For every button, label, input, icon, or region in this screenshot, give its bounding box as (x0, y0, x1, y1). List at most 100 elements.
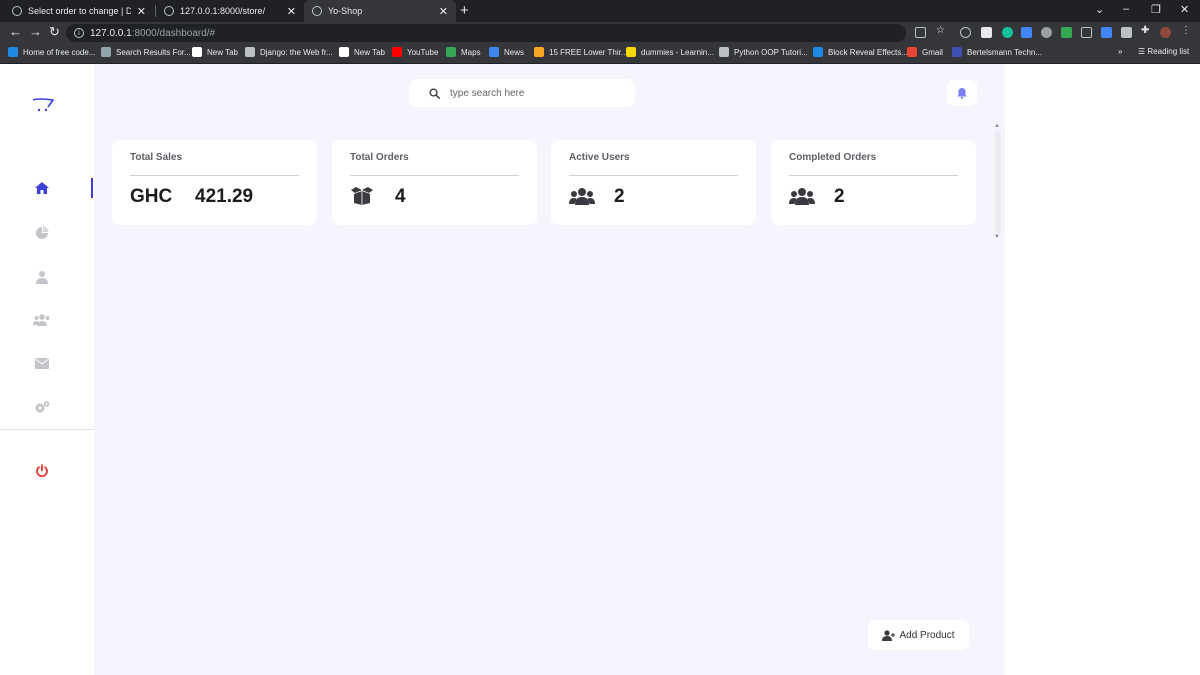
card-value: 4 (395, 186, 406, 207)
reading-list-label: Reading list (1147, 47, 1190, 56)
bookmark-label: Maps (461, 47, 481, 57)
close-window-button[interactable]: ✕ (1180, 3, 1189, 16)
minimize-button[interactable]: – (1123, 3, 1129, 15)
search-box[interactable] (409, 79, 635, 107)
bookmark-label: Bertelsmann Techn... (967, 47, 1043, 57)
close-tab-icon[interactable]: ✕ (439, 5, 448, 18)
scroll-up-arrow-icon[interactable]: ▲ (994, 123, 1000, 129)
close-tab-icon[interactable]: ✕ (287, 5, 296, 18)
bookmark-item[interactable]: Maps (446, 47, 481, 57)
stat-card-completed-orders: Completed Orders 2 (771, 140, 976, 225)
sidebar-item-home[interactable] (32, 178, 52, 198)
sidebar-item-analytics[interactable] (32, 223, 52, 243)
bookmark-item[interactable]: Gmail (907, 47, 943, 57)
bell-icon (957, 88, 967, 99)
scrollbar-track[interactable] (995, 131, 1001, 234)
star-bookmark-icon[interactable]: ☆ (936, 25, 947, 36)
bookmark-favicon (8, 47, 18, 57)
bookmark-label: YouTube (407, 47, 439, 57)
notification-button[interactable] (947, 80, 977, 106)
translate-icon[interactable] (1021, 27, 1032, 38)
extension-icon[interactable] (981, 27, 992, 38)
puzzle-icon[interactable]: ✚ (1141, 25, 1152, 36)
kebab-menu-icon[interactable]: ⋮ (1181, 25, 1192, 36)
dashboard-main: Total Sales GHC 421.29 Total Orders 4 Ac… (94, 64, 1005, 675)
app-root: Total Sales GHC 421.29 Total Orders 4 Ac… (0, 64, 1200, 675)
back-arrow-icon[interactable]: ← (9, 24, 22, 39)
browser-tab-yoshop[interactable]: Yo-Shop ✕ (304, 0, 456, 22)
bookmark-item[interactable]: New Tab (192, 47, 238, 57)
bookmark-item[interactable]: Block Reveal Effects... (813, 47, 908, 57)
user-plus-icon (882, 629, 896, 641)
globe-icon (12, 6, 22, 16)
add-product-button[interactable]: Add Product (868, 620, 969, 650)
browser-tab-store[interactable]: 127.0.0.1:8000/store/ ✕ (156, 0, 304, 22)
extension-icon[interactable] (1101, 27, 1112, 38)
sidebar-item-messages[interactable] (32, 353, 52, 373)
bookmark-favicon (813, 47, 823, 57)
browser-tab-django-admin[interactable]: Select order to change | Django site adm… (4, 0, 154, 22)
bookmark-favicon (952, 47, 962, 57)
bookmark-label: dummies - Learnin... (641, 47, 714, 57)
right-blank-area (1005, 64, 1200, 675)
cards-scrollbar[interactable]: ▲ ▼ (993, 123, 1003, 242)
home-icon (35, 182, 49, 194)
card-divider (569, 175, 738, 176)
avatar[interactable] (1160, 27, 1171, 38)
pocket-icon[interactable] (960, 27, 971, 38)
restore-button[interactable]: ❐ (1151, 3, 1161, 16)
bookmark-item[interactable]: Python OOP Tutori... (719, 47, 808, 57)
bookmark-item[interactable]: News (489, 47, 524, 57)
search-input[interactable] (450, 87, 620, 99)
card-title: Completed Orders (789, 152, 877, 163)
close-tab-icon[interactable]: ✕ (137, 5, 146, 18)
reload-icon[interactable]: ↻ (49, 24, 60, 40)
extension-icon[interactable] (1041, 27, 1052, 38)
share-icon[interactable] (915, 27, 926, 38)
shield-icon[interactable] (1061, 27, 1072, 38)
bookmark-item[interactable]: Search Results For... (101, 47, 191, 57)
grammarly-icon[interactable] (1002, 27, 1013, 38)
diamond-icon[interactable] (1121, 27, 1132, 38)
bookmark-favicon (489, 47, 499, 57)
bookmark-favicon (101, 47, 111, 57)
card-title: Total Orders (350, 152, 409, 163)
search-icon (429, 87, 440, 99)
sidebar-divider (0, 429, 94, 430)
browser-toolbar: ← → ↻ i 127.0.0.1:8000/dashboard/# (0, 22, 1200, 44)
new-tab-button[interactable]: + (460, 2, 469, 19)
bookmark-item[interactable]: dummies - Learnin... (626, 47, 714, 57)
camera-icon[interactable] (1081, 27, 1092, 38)
sidebar (0, 64, 94, 675)
bookmark-label: Block Reveal Effects... (828, 47, 908, 57)
bookmark-favicon (245, 47, 255, 57)
tab-search-chevron-icon[interactable]: ⌄ (1095, 3, 1104, 16)
bookmark-item[interactable]: New Tab (339, 47, 385, 57)
bookmark-item[interactable]: Bertelsmann Techn... (952, 47, 1042, 57)
bookmark-item[interactable]: 15 FREE Lower Thir... (534, 47, 628, 57)
url-path: :8000/dashboard/# (131, 27, 216, 39)
reading-list-button[interactable]: ☰ Reading list (1138, 47, 1189, 56)
bookmark-favicon (907, 47, 917, 57)
sidebar-item-profile[interactable] (32, 267, 52, 287)
shop-logo-cart-icon[interactable] (32, 97, 55, 118)
currency-label: GHC (130, 186, 173, 207)
bookmark-item[interactable]: YouTube (392, 47, 438, 57)
sidebar-item-logout[interactable] (32, 461, 52, 481)
sidebar-item-settings[interactable] (32, 397, 52, 417)
scroll-down-arrow-icon[interactable]: ▼ (994, 234, 1000, 240)
tab-title: 127.0.0.1:8000/store/ (180, 6, 266, 16)
bookmark-item[interactable]: Home of free code... (8, 47, 95, 57)
card-divider (789, 175, 958, 176)
bookmark-item[interactable]: Django: the Web fr... (245, 47, 333, 57)
bookmark-label: New Tab (354, 47, 385, 57)
stat-card-total-sales: Total Sales GHC 421.29 (112, 140, 317, 225)
site-info-icon[interactable]: i (74, 28, 84, 38)
bookmarks-overflow-button[interactable]: » (1118, 47, 1122, 56)
globe-icon (164, 6, 174, 16)
address-bar[interactable]: i 127.0.0.1:8000/dashboard/# (66, 24, 906, 42)
users-icon (789, 187, 815, 210)
card-value: 2 (614, 186, 625, 207)
forward-arrow-icon[interactable]: → (29, 24, 42, 39)
sidebar-item-users[interactable] (32, 310, 52, 330)
